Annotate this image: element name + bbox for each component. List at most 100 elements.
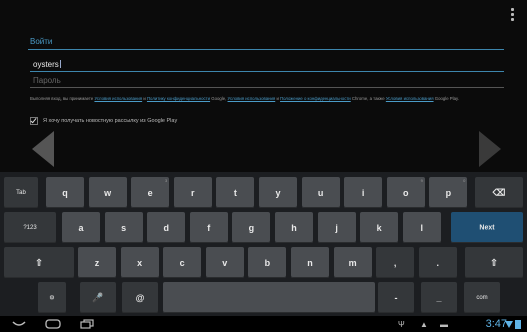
username-field[interactable]: oysters <box>30 58 504 72</box>
key-t[interactable]: t <box>216 177 255 208</box>
key-label: m <box>348 257 357 268</box>
backspace-key[interactable]: ⌫ <box>475 177 523 208</box>
key-label: g <box>248 222 255 233</box>
key-k[interactable]: k <box>360 212 399 243</box>
soft-keyboard: Tab q w e 3 r t y u i o 9 p 0 ⌫ ?123 a s d f g h j k l Next ⇧ z x c v b… <box>0 172 527 316</box>
key-label: h <box>291 222 297 233</box>
download-icon: ▬ <box>440 320 448 329</box>
at-key[interactable]: @ <box>122 282 158 313</box>
key-j[interactable]: j <box>317 212 356 243</box>
privacy-link[interactable]: Политику конфиденциальности <box>147 96 210 101</box>
comma-key[interactable]: , <box>376 247 415 278</box>
terms-text: Выполняя вход, вы принимаете Условия исп… <box>30 96 460 101</box>
key-label: ⇧ <box>35 257 43 267</box>
recent-apps-icon[interactable] <box>80 319 94 329</box>
dotcom-key[interactable]: com <box>464 282 500 313</box>
warning-icon: ▲ <box>420 320 428 329</box>
key-s[interactable]: s <box>104 212 143 243</box>
key-p[interactable]: p0 <box>429 177 468 208</box>
home-icon[interactable] <box>45 319 61 329</box>
key-label: p <box>445 187 452 198</box>
key-y[interactable]: y <box>259 177 297 208</box>
key-label: x <box>137 257 143 268</box>
key-e[interactable]: e3 <box>131 177 170 208</box>
key-x[interactable]: x <box>120 247 159 278</box>
key-l[interactable]: l <box>402 212 441 243</box>
mic-key[interactable]: 🎤 <box>80 282 116 313</box>
key-label: . <box>436 257 440 268</box>
chrome-terms-link[interactable]: Условия использования <box>228 96 276 101</box>
password-field[interactable]: Пароль <box>30 74 504 88</box>
back-arrow-icon[interactable] <box>32 131 54 167</box>
key-label: c <box>179 257 185 268</box>
key-i[interactable]: i <box>344 177 383 208</box>
key-label: t <box>233 187 237 198</box>
key-g[interactable]: g <box>232 212 271 243</box>
key-r[interactable]: r <box>173 177 212 208</box>
key-u[interactable]: u <box>301 177 340 208</box>
key-b[interactable]: b <box>248 247 287 278</box>
shift-key[interactable]: ⇧ <box>4 247 74 278</box>
key-label: w <box>104 187 112 198</box>
settings-key[interactable]: ⚙ <box>38 282 66 313</box>
key-label: ⚙ <box>49 295 55 301</box>
key-label: n <box>307 257 313 268</box>
shift-key[interactable]: ⇧ <box>465 247 523 278</box>
key-label: u <box>317 187 324 198</box>
key-label: Tab <box>16 189 26 196</box>
key-d[interactable]: d <box>147 212 186 243</box>
space-key[interactable] <box>163 282 375 313</box>
period-key[interactable]: . <box>418 247 457 278</box>
key-m[interactable]: m <box>333 247 372 278</box>
underscore-key[interactable]: _ <box>421 282 457 313</box>
section-title: Войти <box>30 37 53 46</box>
key-label: _ <box>436 292 442 303</box>
key-label: i <box>361 187 365 198</box>
key-alt-digit: 9 <box>420 178 423 183</box>
key-label: k <box>376 222 382 233</box>
username-value: oysters <box>33 60 59 69</box>
key-c[interactable]: c <box>163 247 202 278</box>
key-label: v <box>222 257 228 268</box>
wifi-icon <box>505 321 513 328</box>
key-f[interactable]: f <box>189 212 228 243</box>
next-key[interactable]: Next <box>451 212 523 243</box>
key-a[interactable]: a <box>62 212 100 243</box>
newsletter-option[interactable]: Я хочу получать новостную рассылку из Go… <box>30 117 177 125</box>
key-label: l <box>420 222 424 233</box>
symbols-key[interactable]: ?123 <box>4 212 56 243</box>
key-label: r <box>191 187 195 198</box>
key-v[interactable]: v <box>205 247 244 278</box>
key-h[interactable]: h <box>275 212 313 243</box>
key-label: 🎤 <box>92 292 104 302</box>
tab-key[interactable]: Tab <box>4 177 38 208</box>
next-arrow-icon[interactable] <box>479 131 501 167</box>
play-terms-link[interactable]: Условия использования <box>386 96 434 101</box>
key-label: ?123 <box>23 224 37 231</box>
title-divider <box>28 49 504 50</box>
key-label: , <box>393 257 397 268</box>
overflow-menu-icon[interactable] <box>511 8 515 23</box>
key-n[interactable]: n <box>291 247 329 278</box>
back-icon[interactable] <box>12 320 26 328</box>
dash-key[interactable]: - <box>378 282 414 313</box>
newsletter-label: Я хочу получать новостную рассылку из Go… <box>43 118 178 124</box>
key-label: - <box>394 292 398 303</box>
key-label: @ <box>135 292 145 303</box>
key-label: ⇧ <box>490 257 498 267</box>
key-label: j <box>335 222 338 233</box>
key-label: e <box>147 187 153 198</box>
chrome-privacy-link[interactable]: Положение о конфиденциальности <box>280 96 351 101</box>
key-label: z <box>94 257 100 268</box>
terms-link[interactable]: Условия использования <box>94 96 142 101</box>
key-label: d <box>163 222 169 233</box>
text-cursor <box>59 60 61 68</box>
key-z[interactable]: z <box>78 247 116 278</box>
newsletter-checkbox[interactable] <box>30 117 38 125</box>
key-w[interactable]: w <box>88 177 127 208</box>
key-label: com <box>476 294 488 301</box>
battery-icon <box>515 320 521 329</box>
key-q[interactable]: q <box>46 177 84 208</box>
key-label: s <box>121 222 127 233</box>
key-o[interactable]: o9 <box>386 177 425 208</box>
